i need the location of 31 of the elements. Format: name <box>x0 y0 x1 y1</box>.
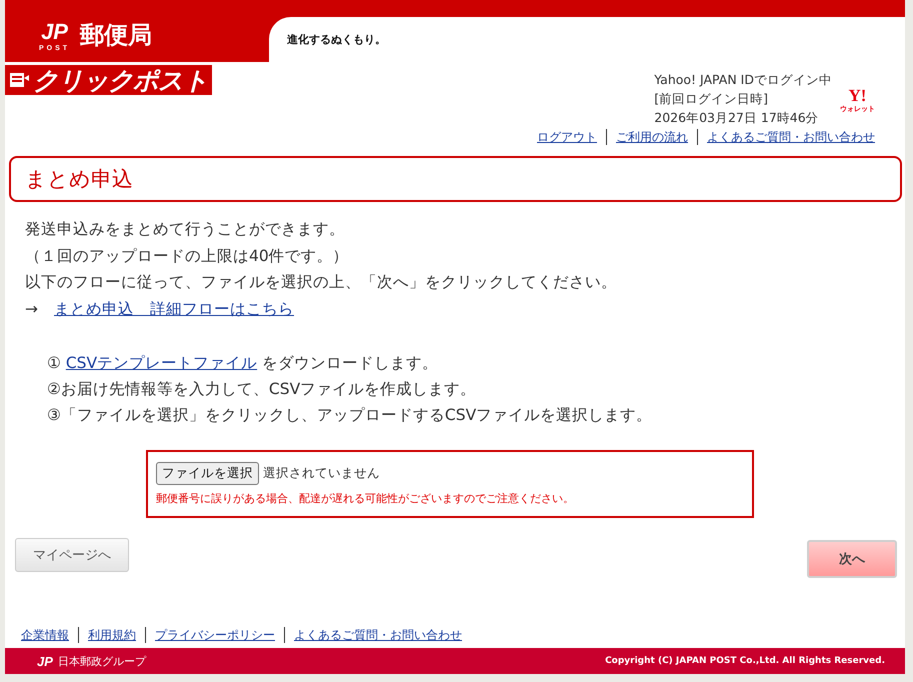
page-title: まとめ申込 <box>9 156 902 202</box>
arrow-glyph: → <box>25 300 38 318</box>
header-link[interactable]: ご利用の流れ <box>616 129 688 146</box>
group-name: 日本郵政グループ <box>58 654 146 668</box>
copyright: Copyright (C) JAPAN POST Co.,Ltd. All Rights Reserved. <box>605 656 885 666</box>
template-link[interactable]: CSVテンプレートファイル <box>66 354 258 372</box>
footer-link[interactable]: よくあるご質問・お問い合わせ <box>294 627 462 644</box>
footer-link[interactable]: プライバシーポリシー <box>155 627 275 644</box>
step-text: ②お届け先情報等を入力して、CSVファイルを作成します。 <box>47 379 478 400</box>
jp-mark: JP <box>37 654 53 668</box>
step-text: ③「ファイルを選択」をクリックし、アップロードするCSVファイルを選択します。 <box>47 405 654 426</box>
header-link[interactable]: よくあるご質問・お問い合わせ <box>707 129 875 146</box>
intro-text: 以下のフローに従って、ファイルを選択の上、「次へ」をクリックしてください。 <box>25 272 618 293</box>
intro-text: 発送申込みをまとめて行うことができます。 <box>25 219 346 240</box>
login-info: Yahoo! JAPAN IDでログイン中 <box>654 71 832 89</box>
warning-text: 郵便番号に誤りがある場合、配達が遅れる可能性がございますのでご注意ください。 <box>156 491 575 506</box>
step-text: ① CSVテンプレートファイル をダウンロードします。 <box>47 353 440 374</box>
footer-link[interactable]: 企業情報 <box>21 627 69 644</box>
file-status: 選択されていません <box>263 465 380 482</box>
post-office-name: 郵便局 <box>80 20 152 51</box>
intro-text: （１回のアップロードの上限は40件です。） <box>25 246 350 266</box>
service-logo: クリックポスト <box>5 65 212 95</box>
mypage-button[interactable]: マイページへ <box>15 538 129 572</box>
slogan: 進化するぬくもり。 <box>287 32 386 47</box>
header-link[interactable]: ログアウト <box>537 129 597 146</box>
login-info: [前回ログイン日時] <box>654 90 770 108</box>
footer-link[interactable]: 利用規約 <box>88 627 136 644</box>
flow-link[interactable]: まとめ申込 詳細フローはこちら <box>54 300 294 318</box>
next-button[interactable]: 次へ <box>807 540 897 578</box>
choose-file-button[interactable]: ファイルを選択 <box>156 462 259 485</box>
login-info: 2026年03月27日 17時46分 <box>654 109 820 127</box>
